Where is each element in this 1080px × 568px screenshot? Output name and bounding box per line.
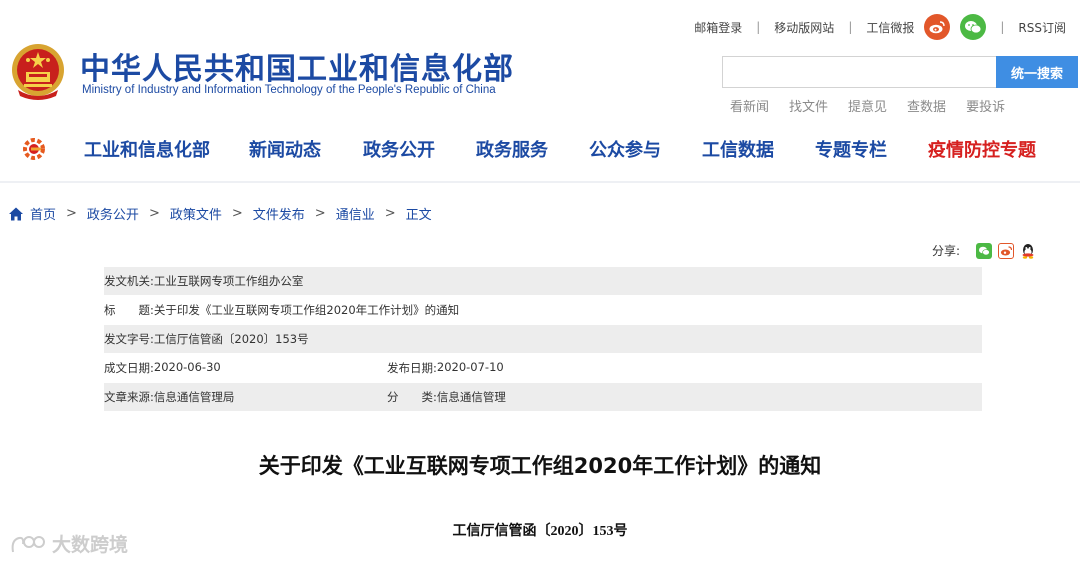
breadcrumb-policy[interactable]: 政策文件 <box>170 204 222 223</box>
docno-value: 工信厅信管函〔2020〕153号 <box>153 332 309 346</box>
quick-links: 看新闻 找文件 提意见 查数据 要投诉 <box>730 96 1025 115</box>
nav-item-miit[interactable]: 工业和信息化部 <box>84 136 210 162</box>
main-nav: 工业和信息化部 新闻动态 政务公开 政务服务 公众参与 工信数据 专题专栏 疫情… <box>0 124 1080 172</box>
breadcrumb-home[interactable]: 首页 <box>30 204 56 223</box>
weibo-icon[interactable] <box>924 14 951 40</box>
rss-link[interactable]: RSS订阅 <box>1018 19 1066 36</box>
created-cell: 成文日期: 2020-06-30 <box>104 360 387 376</box>
info-row-source: 文章来源: 信息通信管理局 分 类: 信息通信管理 <box>104 383 982 412</box>
source-cell: 文章来源: 信息通信管理局 <box>104 389 387 405</box>
issuer-label: 发文机关: <box>104 274 154 288</box>
nav-item-epidemic[interactable]: 疫情防控专题 <box>928 136 1036 162</box>
info-row-docno: 发文字号: 工信厅信管函〔2020〕153号 <box>104 325 982 354</box>
search-input[interactable] <box>722 56 998 88</box>
mail-login-link[interactable]: 邮箱登录 <box>694 19 742 36</box>
divider: | <box>848 20 853 34</box>
published-value: 2020-07-10 <box>436 360 504 374</box>
wechat-icon[interactable] <box>960 14 987 40</box>
divider: | <box>756 20 761 34</box>
breadcrumb-current: 正文 <box>405 208 432 223</box>
info-row-title: 标 题: 关于印发《工业互联网专项工作组2020年工作计划》的通知 <box>104 296 982 325</box>
quick-link-feedback[interactable]: 提意见 <box>848 96 887 115</box>
watermark-text: 大数跨境 <box>52 534 129 556</box>
article-doc-number: 工信厅信管函〔2020〕153号 <box>452 524 628 539</box>
nav-item-news[interactable]: 新闻动态 <box>249 136 321 162</box>
divider: | <box>1000 20 1005 34</box>
breadcrumb-separator: > <box>148 206 160 221</box>
breadcrumb-release[interactable]: 文件发布 <box>253 204 305 223</box>
share-label: 分享: <box>932 244 961 258</box>
nav-item-public[interactable]: 公众参与 <box>589 136 661 162</box>
breadcrumb-telecom[interactable]: 通信业 <box>336 204 375 223</box>
breadcrumb: 首页 > 政务公开 > 政策文件 > 文件发布 > 通信业 > 正文 <box>8 204 432 223</box>
source-value: 信息通信管理局 <box>153 390 235 404</box>
national-emblem-icon <box>12 44 64 100</box>
document-info-table: 发文机关: 工业互联网专项工作组办公室 标 题: 关于印发《工业互联网专项工作组… <box>104 267 982 412</box>
share-weibo-icon[interactable] <box>998 242 1015 259</box>
article-title: 关于印发《工业互联网专项工作组2020年工作计划》的通知 <box>258 454 822 478</box>
info-row-dates: 成文日期: 2020-06-30 发布日期: 2020-07-10 <box>104 354 982 383</box>
watermark: 大数跨境 <box>10 530 128 557</box>
breadcrumb-gov-affairs[interactable]: 政务公开 <box>87 204 139 223</box>
category-value: 信息通信管理 <box>436 390 506 404</box>
nav-item-topics[interactable]: 专题专栏 <box>815 136 887 162</box>
published-label: 发布日期: <box>387 361 437 375</box>
breadcrumb-separator: > <box>231 206 243 221</box>
top-links: 邮箱登录 | 移动版网站 | 工信微报 | RSS订阅 <box>694 10 1066 44</box>
watermark-logo-icon <box>11 535 45 552</box>
weibao-link[interactable]: 工信微报 <box>866 19 914 36</box>
published-cell: 发布日期: 2020-07-10 <box>387 360 504 376</box>
quick-link-files[interactable]: 找文件 <box>789 96 828 115</box>
quick-link-news[interactable]: 看新闻 <box>730 96 769 115</box>
nav-item-gov-affairs[interactable]: 政务公开 <box>363 136 435 162</box>
breadcrumb-separator: > <box>66 206 77 221</box>
quick-link-data[interactable]: 查数据 <box>907 96 946 115</box>
created-label: 成文日期: <box>104 361 154 375</box>
breadcrumb-separator: > <box>384 206 396 221</box>
share-qq-icon[interactable] <box>1020 242 1037 259</box>
category-cell: 分 类: 信息通信管理 <box>387 389 506 405</box>
nav-item-gov-services[interactable]: 政务服务 <box>476 136 548 162</box>
category-label: 分 类: <box>387 390 437 404</box>
title-value: 关于印发《工业互联网专项工作组2020年工作计划》的通知 <box>153 303 460 317</box>
breadcrumb-separator: > <box>314 206 326 221</box>
unified-search-button[interactable]: 统一搜索 <box>996 56 1078 88</box>
share-wechat-icon[interactable] <box>976 242 993 259</box>
docno-label: 发文字号: <box>104 332 154 346</box>
info-row-issuer: 发文机关: 工业互联网专项工作组办公室 <box>104 267 982 296</box>
nav-logo-icon <box>23 138 45 160</box>
nav-divider <box>0 181 1080 183</box>
issuer-value: 工业互联网专项工作组办公室 <box>153 274 304 288</box>
home-icon <box>9 207 23 220</box>
created-value: 2020-06-30 <box>153 360 221 374</box>
site-title: 中华人民共和国工业和信息化部 <box>80 52 514 87</box>
share-bar: 分享: <box>932 242 1042 259</box>
source-label: 文章来源: <box>104 390 154 404</box>
quick-link-complaint[interactable]: 要投诉 <box>966 96 1005 115</box>
site-subtitle: Ministry of Industry and Information Tec… <box>82 84 496 96</box>
mobile-site-link[interactable]: 移动版网站 <box>774 19 834 36</box>
title-label: 标 题: <box>104 303 154 317</box>
nav-item-data[interactable]: 工信数据 <box>702 136 774 162</box>
